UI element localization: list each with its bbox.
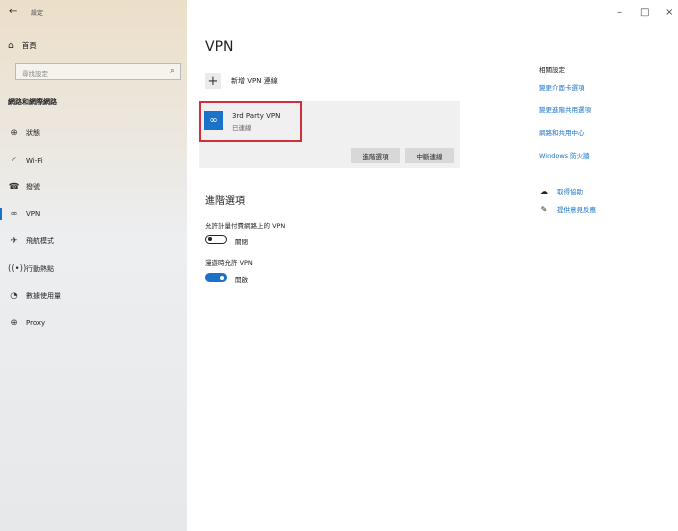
window-title: 設定 (31, 10, 44, 17)
sidebar-item-dialup[interactable]: ☎ 撥號 (0, 176, 187, 198)
get-help-label: 取得協助 (557, 188, 583, 196)
feedback-icon: ✎ (540, 204, 548, 214)
airplane-icon: ✈ (10, 236, 18, 246)
section-title: 網路和網際網路 (8, 98, 57, 106)
globe-status-icon: ⊕ (10, 128, 18, 138)
sidebar-item-label: 數據使用量 (26, 292, 61, 300)
sidebar-item-label: 飛航模式 (26, 237, 54, 245)
maximize-button[interactable]: □ (640, 7, 649, 18)
sidebar-item-proxy[interactable]: ⊕ Proxy (0, 312, 187, 334)
add-vpn-label: 新增 VPN 連線 (231, 77, 278, 85)
related-settings-title: 相關設定 (539, 66, 565, 74)
link-windows-firewall[interactable]: Windows 防火牆 (539, 150, 590, 160)
back-arrow-icon[interactable]: ← (9, 6, 17, 17)
get-help-link[interactable]: ☁ 取得協助 (539, 186, 583, 197)
advanced-options-button[interactable]: 進階選項 (351, 148, 400, 163)
hotspot-icon: ((•)) (8, 264, 27, 274)
sidebar-item-label: Wi-Fi (26, 157, 43, 165)
link-adapter-options[interactable]: 變更介面卡選項 (539, 82, 585, 92)
metered-toggle[interactable] (205, 235, 227, 244)
sidebar-item-label: Proxy (26, 319, 46, 327)
sidebar-item-wifi[interactable]: ◜ Wi-Fi (0, 150, 187, 172)
search-input[interactable]: 尋找設定 ⌕ (15, 63, 181, 80)
search-icon[interactable]: ⌕ (170, 66, 175, 76)
home-icon: ⌂ (8, 40, 14, 51)
roaming-toggle[interactable] (205, 273, 227, 282)
vpn-connection-name: 3rd Party VPN (232, 112, 281, 120)
close-button[interactable]: × (665, 7, 673, 18)
vpn-icon: ∞ (10, 209, 18, 219)
nav-home-label: 首頁 (21, 41, 37, 50)
wifi-icon: ◜ (12, 156, 16, 166)
advanced-options-title: 進階選項 (205, 196, 245, 207)
sidebar-item-label: VPN (26, 210, 41, 218)
sidebar-item-status[interactable]: ⊕ 狀態 (0, 122, 187, 144)
link-advanced-sharing[interactable]: 變更進階共用選項 (539, 104, 591, 114)
feedback-link[interactable]: ✎ 提供意見反應 (539, 204, 596, 215)
minimize-button[interactable]: – (617, 7, 622, 18)
roaming-option-label: 漫遊時允許 VPN (205, 259, 253, 267)
feedback-label: 提供意見反應 (557, 206, 596, 214)
add-vpn-button[interactable]: + 新增 VPN 連線 (205, 73, 278, 89)
vpn-connection-card[interactable]: ∞ 3rd Party VPN 已連線 進階選項 中斷連線 (199, 101, 460, 168)
page-title: VPN (205, 39, 234, 55)
sidebar-item-label: 行動熱點 (26, 265, 54, 273)
sidebar-item-label: 撥號 (26, 183, 40, 191)
vpn-connection-status: 已連線 (232, 124, 252, 132)
proxy-globe-icon: ⊕ (10, 318, 18, 328)
search-placeholder: 尋找設定 (22, 70, 48, 78)
title-bar: ← 設定 (0, 0, 187, 22)
sidebar-item-label: 狀態 (26, 129, 40, 137)
nav-home[interactable]: ⌂ 首頁 (8, 40, 37, 51)
sidebar-item-hotspot[interactable]: ((•)) 行動熱點 (0, 258, 187, 280)
main-content: – □ × VPN + 新增 VPN 連線 ∞ 3rd Party VPN 已連… (187, 0, 678, 531)
metered-option-label: 允許計量付費網路上的 VPN (205, 222, 286, 230)
plus-icon: + (205, 73, 221, 89)
settings-sidebar: ← 設定 ⌂ 首頁 尋找設定 ⌕ 網路和網際網路 ⊕ 狀態 ◜ Wi-Fi ☎ … (0, 0, 187, 531)
toggle-knob (208, 237, 212, 241)
sidebar-item-vpn[interactable]: ∞ VPN (0, 203, 187, 225)
sidebar-item-airplane[interactable]: ✈ 飛航模式 (0, 230, 187, 252)
sidebar-item-data-usage[interactable]: ◔ 數據使用量 (0, 285, 187, 307)
disconnect-button[interactable]: 中斷連線 (405, 148, 454, 163)
toggle-knob (220, 275, 224, 280)
dialup-icon: ☎ (8, 182, 20, 192)
metered-toggle-state: 關閉 (235, 238, 248, 246)
link-network-center[interactable]: 網路和共用中心 (539, 127, 585, 137)
data-usage-icon: ◔ (10, 291, 18, 301)
vpn-connection-icon: ∞ (204, 111, 223, 130)
roaming-toggle-state: 開啟 (235, 276, 248, 284)
help-chat-icon: ☁ (540, 186, 548, 196)
